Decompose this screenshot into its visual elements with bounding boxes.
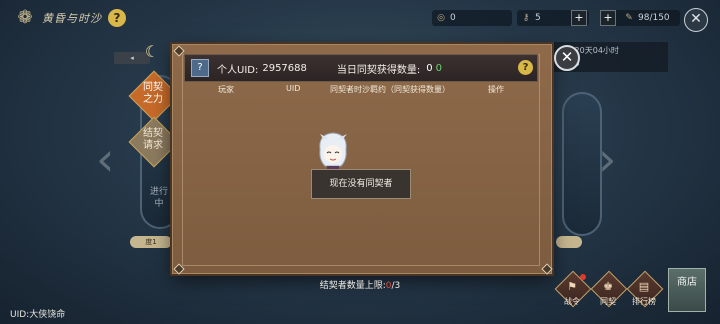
event-title-group: ❁ 黄昏与时沙 ? bbox=[14, 6, 126, 30]
card-status: 进行中 bbox=[150, 187, 169, 209]
close-dialog-button[interactable]: ✕ bbox=[554, 45, 580, 71]
tab-bond-request-line2: 请求 bbox=[143, 140, 163, 151]
event-title: 黄昏与时沙 bbox=[42, 12, 102, 25]
daily-count-green: 0 bbox=[435, 62, 443, 74]
battle-pass-icon: ⚑ bbox=[567, 280, 577, 293]
tab-bond-request-label: 结契 请求 bbox=[133, 128, 173, 152]
daily-count-value: 0 bbox=[426, 62, 433, 74]
bond-limit-label: 结契者数量上限: bbox=[319, 281, 386, 291]
prev-arrow-icon[interactable]: ‹ bbox=[96, 132, 114, 186]
bond-limit-max: /3 bbox=[391, 281, 401, 291]
tab-bond-power-line1: 同契 bbox=[143, 82, 163, 93]
help-icon[interactable]: ? bbox=[518, 60, 533, 75]
help-icon[interactable]: ? bbox=[108, 9, 126, 27]
resource-sand-value: 0 bbox=[450, 13, 456, 23]
resource-key-value: 5 bbox=[535, 13, 541, 23]
notification-dot bbox=[580, 274, 586, 280]
resource-key: ⚷ 5 + bbox=[517, 10, 589, 26]
dialog-header: ? 个人UID: 2957688 当日同契获得数量: 0 0 ? bbox=[184, 54, 538, 82]
shop-button[interactable]: 商店 bbox=[668, 268, 706, 312]
info-row1-value: 20天04小时 bbox=[574, 46, 619, 55]
tab-bond-power-line2: 之力 bbox=[143, 94, 163, 105]
add-resource-button[interactable]: + bbox=[600, 10, 616, 26]
daily-count-label: 当日同契获得数量: bbox=[336, 64, 421, 76]
swirl-icon: ❁ bbox=[17, 7, 33, 28]
ranking-label: 排行榜 bbox=[632, 297, 656, 306]
progress-badge-left: 度1 bbox=[130, 236, 172, 248]
key-icon: ⚷ bbox=[522, 13, 530, 23]
moon-icon: ☾ bbox=[144, 42, 160, 61]
resource-feather: + ✎ 98/150 bbox=[600, 10, 680, 26]
close-page-button[interactable]: ✕ bbox=[684, 8, 708, 32]
bond-limit: 结契者数量上限:0/3 bbox=[290, 278, 430, 291]
shop-label: 商店 bbox=[677, 277, 697, 288]
mascot-icon bbox=[319, 132, 347, 172]
bond-label: 同契 bbox=[600, 297, 616, 306]
top-bar: ❁ 黄昏与时沙 ? ◎ 0 ⚷ 5 + + ✎ 98/150 ✕ bbox=[0, 0, 720, 38]
battle-pass-label: 战令 bbox=[564, 297, 580, 306]
resource-sand: ◎ 0 bbox=[432, 10, 512, 26]
background-card-right bbox=[562, 92, 602, 236]
bond-icon: ♚ bbox=[603, 280, 613, 293]
question-mark-icon: ? bbox=[191, 59, 209, 77]
uid-label: 个人UID: bbox=[217, 64, 259, 76]
feather-icon: ✎ bbox=[625, 13, 633, 23]
player-uid: UID:大侠饶命 bbox=[10, 310, 66, 320]
progress-badge-right bbox=[556, 236, 582, 248]
uid-value: 2957688 bbox=[262, 62, 307, 74]
sand-icon: ◎ bbox=[437, 13, 445, 23]
ranking-icon: ▤ bbox=[638, 280, 650, 293]
tab-bond-power-label: 同契 之力 bbox=[133, 82, 173, 106]
table-header: 玩家 UID 同契者时沙羁约（同契获得数量） 操作 bbox=[184, 84, 536, 98]
column-header-uid: UID bbox=[286, 84, 301, 93]
column-header-action: 操作 bbox=[488, 85, 504, 94]
empty-state-message: 现在没有同契者 bbox=[311, 169, 411, 199]
resource-feather-value: 98/150 bbox=[638, 13, 670, 23]
tab-bond-request-line1: 结契 bbox=[143, 128, 163, 139]
column-header-bond: 同契者时沙羁约（同契获得数量） bbox=[330, 85, 450, 94]
column-header-player: 玩家 bbox=[218, 85, 234, 94]
add-key-button[interactable]: + bbox=[571, 10, 587, 26]
